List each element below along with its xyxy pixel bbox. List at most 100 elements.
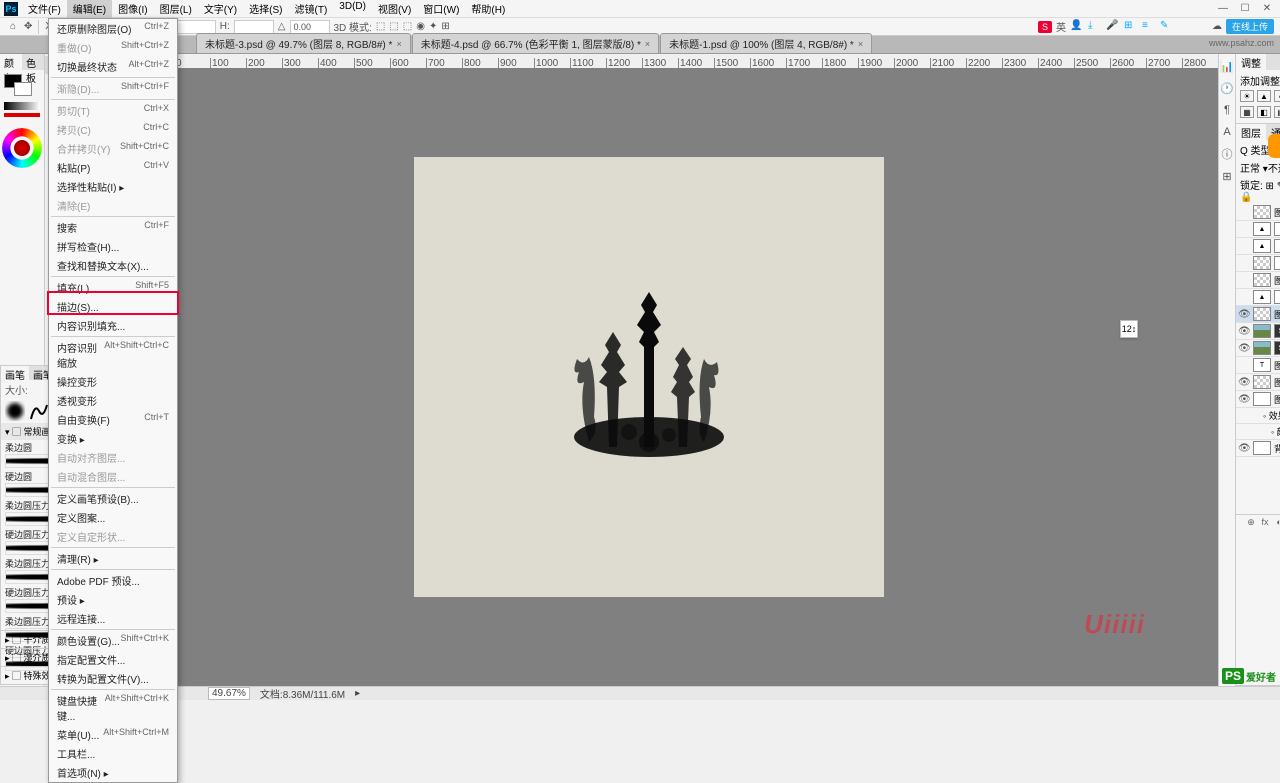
fx-icon[interactable]: fx [1259,517,1271,529]
layer-row[interactable]: 👁图层 4 [1236,374,1280,391]
color-tab[interactable]: 颜色 [0,54,22,70]
menu-item[interactable]: 还原删除图层(O)Ctrl+Z [49,19,177,38]
close-button[interactable]: ✕ [1256,0,1278,16]
menu-item[interactable]: 填充(L)...Shift+F5 [49,278,177,297]
menu-item[interactable]: 自由变换(F)Ctrl+T [49,410,177,429]
angle-field[interactable]: 0.00 [290,20,330,34]
ext-icon[interactable]: 👤 [1070,20,1084,34]
canvas-area[interactable] [80,68,1218,686]
menu-item[interactable]: 搜索Ctrl+F [49,218,177,237]
layer-mask[interactable] [1274,290,1280,304]
layer-thumb[interactable] [1253,392,1271,406]
artboard[interactable] [414,157,884,597]
menu-item[interactable]: 内容识别缩放Alt+Shift+Ctrl+C [49,338,177,372]
menu-item[interactable]: 工具栏... [49,744,177,763]
layers-tab[interactable]: 图层 [1236,124,1266,140]
layer-thumb[interactable] [1253,273,1271,287]
doc-tab[interactable]: 未标题-1.psd @ 100% (图层 4, RGB/8#) *× [660,33,872,53]
menu-0[interactable]: 文件(F) [22,0,67,18]
blend-mode[interactable]: 正常 [1240,164,1260,175]
menu-9[interactable]: 窗口(W) [417,0,465,18]
character-icon[interactable]: A [1219,124,1235,140]
layer-thumb[interactable]: ▲ [1253,290,1271,304]
adj-icon[interactable]: ▲ [1257,90,1271,102]
color-picker-dot[interactable] [14,140,30,156]
layer-row[interactable]: ▲色阶 1 [1236,221,1280,238]
ext-icon[interactable]: ✎ [1160,20,1174,34]
layer-row[interactable]: 👁S图层 1 拷贝 [1236,323,1280,340]
layer-thumb[interactable] [1253,324,1271,338]
upload-button[interactable]: 在线上传 [1226,19,1274,34]
orange-tab[interactable] [1268,134,1280,158]
zoom-field[interactable]: 49.67% [208,687,250,700]
layer-row[interactable]: 👁背景🔒 [1236,440,1280,457]
3d-icon[interactable]: ⬚ [403,21,412,32]
ext-icon[interactable]: ⤓ [1088,20,1102,34]
layer-row[interactable]: 图层 6 [1236,272,1280,289]
layer-row[interactable]: ▲色阶 2 [1236,238,1280,255]
layer-mask[interactable] [1274,239,1280,253]
background-swatch[interactable] [14,82,32,96]
history-icon[interactable]: 🕐 [1219,80,1235,96]
layer-mask[interactable] [1274,256,1280,270]
menu-item[interactable]: 转换为配置文件(V)... [49,669,177,688]
layer-thumb[interactable] [1253,375,1271,389]
menu-6[interactable]: 滤镜(T) [289,0,334,18]
menu-item[interactable]: 首选项(N) ▸ [49,763,177,782]
menu-item[interactable]: 选择性粘贴(I) ▸ [49,177,177,196]
menu-item[interactable]: 定义图案... [49,508,177,527]
close-tab-icon[interactable]: × [858,39,863,49]
paragraph-icon[interactable]: ¶ [1219,102,1235,118]
menu-item[interactable]: Adobe PDF 预设... [49,571,177,590]
menu-item[interactable]: 菜单(U)...Alt+Shift+Ctrl+M [49,725,177,744]
w-field[interactable] [176,20,216,34]
menu-item[interactable]: 透视变形 [49,391,177,410]
menu-item[interactable]: 颜色设置(G)...Shift+Ctrl+K [49,631,177,650]
menu-item[interactable]: 内容识别填充... [49,316,177,335]
layer-thumb[interactable]: ▲ [1253,222,1271,236]
mask-icon[interactable]: ◐ [1273,517,1280,529]
visibility-icon[interactable]: 👁 [1238,309,1250,320]
menu-5[interactable]: 选择(S) [243,0,288,18]
visibility-icon[interactable]: 👁 [1238,377,1250,388]
adj-icon[interactable]: ☀ [1240,90,1254,102]
layer-row[interactable]: 色彩平衡 1 [1236,255,1280,272]
menu-2[interactable]: 图像(I) [112,0,153,18]
menu-8[interactable]: 视图(V) [372,0,417,18]
3d-icon[interactable]: ⬚ [376,21,385,32]
ext-icon[interactable]: ⊞ [1124,20,1138,34]
close-tab-icon[interactable]: × [396,39,401,49]
histogram-icon[interactable]: 📊 [1219,58,1235,74]
home-icon[interactable]: ⌂ [6,20,20,34]
layer-row[interactable]: 👁图层 2fx ▾ [1236,391,1280,408]
navigator-icon[interactable]: ⊞ [1219,168,1235,184]
link-icon[interactable]: ⊕ [1245,517,1257,529]
gradient-bar[interactable] [4,102,40,110]
layer-row[interactable]: 👁S图层 1 [1236,340,1280,357]
visibility-icon[interactable]: 👁 [1238,394,1250,405]
menu-item[interactable]: 描边(S)... [49,297,177,316]
menu-4[interactable]: 文字(Y) [198,0,243,18]
menu-item[interactable]: 预设 ▸ [49,590,177,609]
visibility-icon[interactable]: 👁 [1238,343,1250,354]
layer-thumb[interactable] [1253,307,1271,321]
cloud-icon[interactable]: ☁ [1212,21,1222,32]
info-icon[interactable]: ⓘ [1219,146,1235,162]
ext-icon[interactable]: 🎤 [1106,20,1120,34]
doc-tab[interactable]: 未标题-3.psd @ 49.7% (图层 8, RGB/8#) *× [196,33,411,53]
layer-row[interactable]: ▲色阶 3 [1236,289,1280,306]
menu-item[interactable]: 清理(R) ▸ [49,549,177,568]
3d-icon[interactable]: ⊞ [441,21,449,32]
menu-item[interactable]: 定义画笔预设(B)... [49,489,177,508]
3d-icon[interactable]: ◉ [416,21,425,32]
menu-item[interactable]: 键盘快捷键...Alt+Shift+Ctrl+K [49,691,177,725]
adj-icon[interactable]: ▤ [1274,106,1280,118]
3d-icon[interactable]: ⬚ [389,21,398,32]
menu-item[interactable]: 远程连接... [49,609,177,628]
menu-item[interactable]: 拼写检查(H)... [49,237,177,256]
menu-item[interactable]: 查找和替换文本(X)... [49,256,177,275]
layer-thumb[interactable] [1253,341,1271,355]
layer-row[interactable]: 图层 3 [1236,204,1280,221]
adj-icon[interactable]: ▦ [1240,106,1254,118]
brushes-tab[interactable]: 画笔 [1,366,29,380]
